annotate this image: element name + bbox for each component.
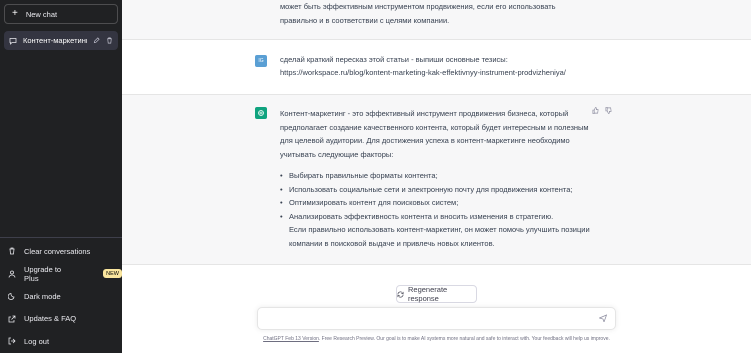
feedback-buttons [592,107,612,114]
user-avatar: IG [255,55,267,67]
assistant-message-previous: может быть эффективным инструментом прод… [122,0,751,40]
message-text: сделай краткий пересказ этой статьи - вы… [280,53,640,79]
external-link-icon [8,315,16,323]
dark-mode-label: Dark mode [24,291,61,301]
plus-icon: + [12,8,18,19]
regenerate-label: Regenerate response [408,285,448,303]
version-link[interactable]: ChatGPT Feb 13 Version [263,336,319,342]
message-line: правильно и в соответствии с целями комп… [280,16,450,25]
upgrade-to-plus-button[interactable]: Upgrade to Plus NEW [0,263,122,286]
assistant-paragraph: Контент-маркетинг - это эффективный инст… [280,109,589,159]
refresh-icon [397,291,404,298]
assistant-message: Контент-маркетинг - это эффективный инст… [122,95,751,265]
new-chat-label: New chat [25,9,58,19]
sidebar-menu: Clear conversations Upgrade to Plus NEW … [0,237,122,353]
clear-conversations-button[interactable]: Clear conversations [0,240,122,263]
conversation-title: Контент-маркетинг ка [23,36,87,45]
openai-logo-icon [255,107,267,119]
logout-icon [8,337,16,345]
log-out-button[interactable]: Log out [0,330,122,353]
regenerate-response-button[interactable]: Regenerate response [396,285,477,303]
closing-text: Если правильно использовать контент-марк… [289,225,590,248]
moon-icon [8,292,16,301]
chat-bubble-icon [9,37,17,45]
message-line: может быть эффективным инструментом прод… [280,2,556,11]
trash-icon[interactable] [106,37,113,44]
sidebar: + New chat Контент-маркетинг ка Clear co… [0,0,122,353]
clear-conversations-label: Clear conversations [24,246,91,256]
footer-disclaimer: ChatGPT Feb 13 Version. Free Research Pr… [122,336,751,342]
list-item: Оптимизировать контент для поисковых сис… [280,196,610,210]
updates-faq-label: Updates & FAQ [24,314,77,324]
user-icon [8,270,16,278]
thumbs-down-icon[interactable] [605,107,612,114]
footer-text: . Free Research Preview. Our goal is to … [318,336,610,342]
list-item: Выбирать правильные форматы контента; [280,169,610,183]
upgrade-to-plus-label: Upgrade to Plus [24,264,62,283]
log-out-label: Log out [24,336,50,346]
assistant-bullet-list: Выбирать правильные форматы контента; Ис… [280,169,610,250]
message-text: может быть эффективным инструментом прод… [280,0,580,28]
trash-icon [8,247,16,255]
new-chat-button[interactable]: + New chat [4,4,118,24]
updates-faq-link[interactable]: Updates & FAQ [0,308,122,331]
message-input[interactable] [257,307,616,330]
message-link: https://workspace.ru/blog/kontent-market… [280,68,566,77]
user-message: IG сделай краткий пересказ этой статьи -… [122,40,751,95]
conversation-item[interactable]: Контент-маркетинг ка [4,31,118,50]
new-badge: NEW [103,269,122,279]
chat-area: может быть эффективным инструментом прод… [122,0,751,353]
list-item: Использовать социальные сети и электронн… [280,183,610,197]
list-item: Анализировать эффективность контента и в… [280,210,610,224]
send-icon[interactable] [599,314,607,322]
thumbs-up-icon[interactable] [592,107,599,114]
dark-mode-button[interactable]: Dark mode [0,285,122,308]
message-line: сделай краткий пересказ этой статьи - вы… [280,55,508,64]
edit-icon[interactable] [93,37,100,44]
